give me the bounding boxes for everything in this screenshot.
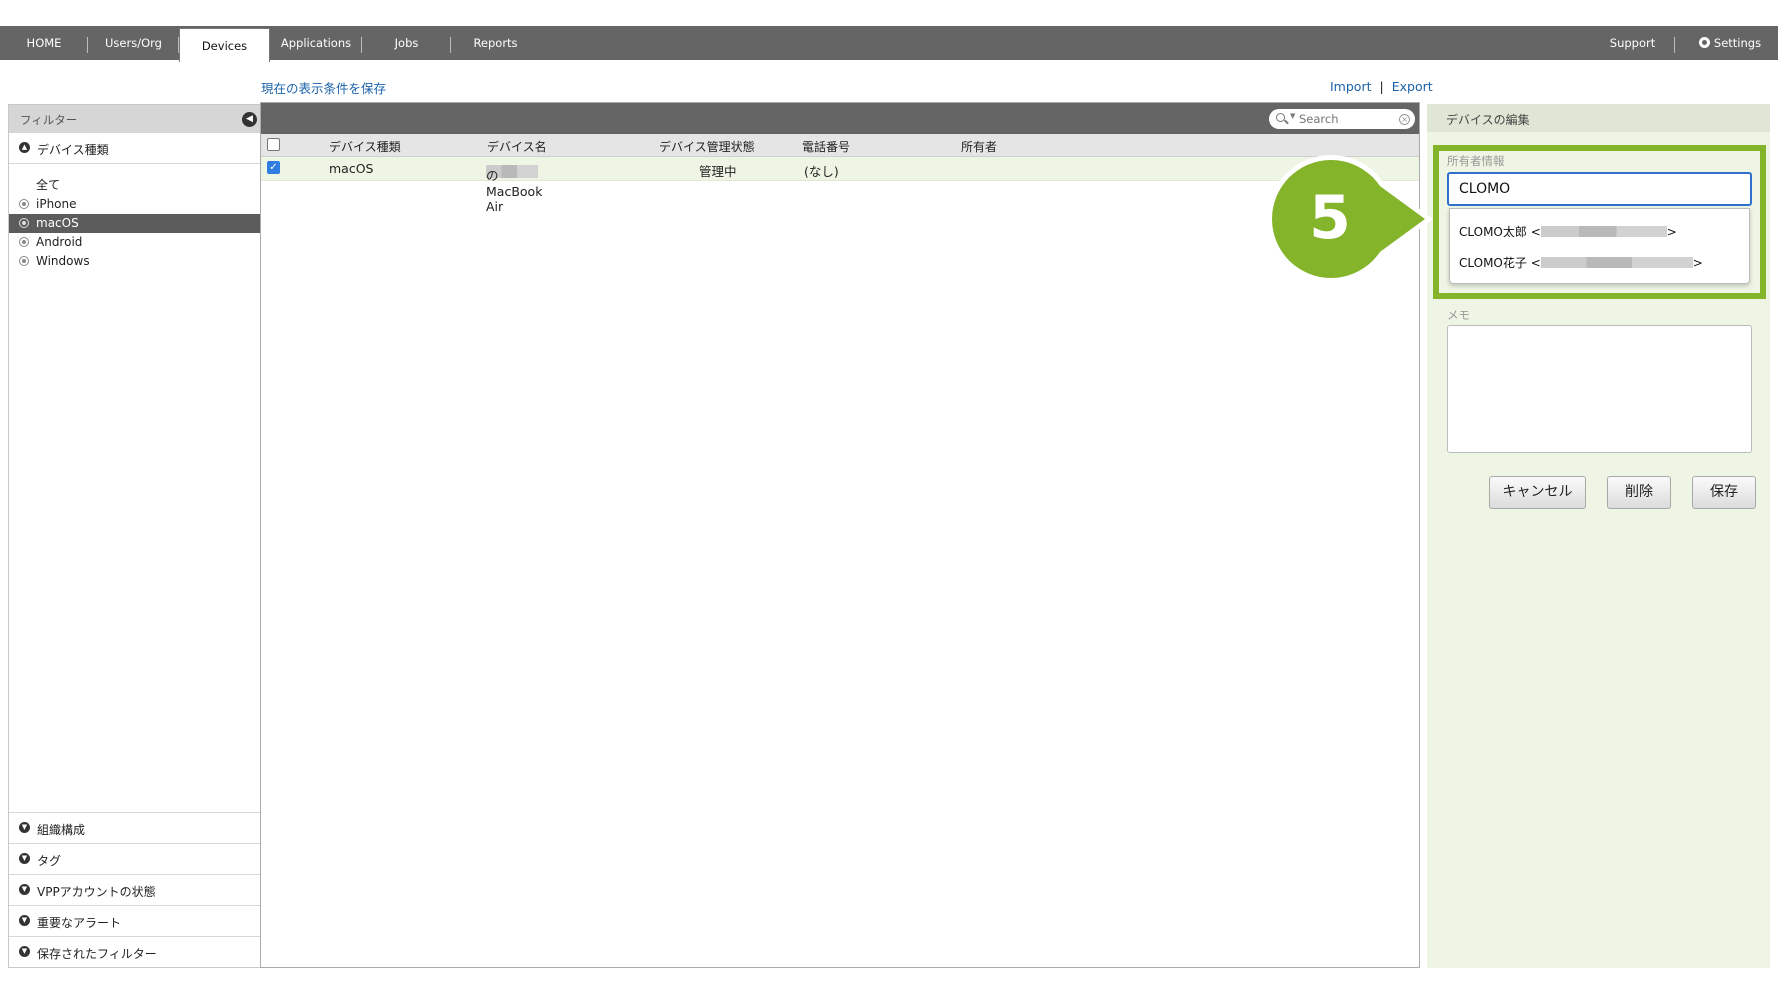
save-view-link[interactable]: 現在の表示条件を保存 <box>261 78 386 97</box>
filter-item-label: Windows <box>36 254 90 268</box>
chevron-down-icon: ▼ <box>19 822 30 833</box>
settings-label: Settings <box>1713 36 1762 50</box>
filter-section-saved[interactable]: ▼ 保存されたフィルター <box>9 936 260 967</box>
filter-bottom-sections: ▼ 組織構成 ▼ タグ ▼ VPPアカウントの状態 ▼ 重要なアラート ▼ 保存されたフィ… <box>9 812 260 967</box>
filter-section-tag[interactable]: ▼ タグ <box>9 843 260 874</box>
suggestion-item[interactable]: CLOMO花子 < > <box>1459 254 1703 271</box>
section-label: デバイス種類 <box>37 143 109 157</box>
filter-item-iphone[interactable]: iPhone <box>9 195 260 214</box>
redacted-block <box>1540 257 1693 268</box>
radio-icon <box>19 237 29 247</box>
redacted-block <box>1540 226 1667 237</box>
filter-header: フィルター ◀ <box>9 105 260 133</box>
caret-down-icon[interactable]: ▼ <box>1290 112 1295 120</box>
filter-item-all[interactable]: 全て <box>9 176 260 195</box>
filter-section-vpp[interactable]: ▼ VPPアカウントの状態 <box>9 874 260 905</box>
tab-jobs[interactable]: Jobs <box>362 26 451 60</box>
owner-suggestions: CLOMO太郎 < > CLOMO花子 < > <box>1449 208 1750 284</box>
section-label: 重要なアラート <box>37 916 122 930</box>
select-all-checkbox[interactable] <box>267 138 280 151</box>
export-link[interactable]: Export <box>1392 79 1433 94</box>
table-toolbar: ▼ × <box>261 103 1419 134</box>
edit-title: デバイスの編集 <box>1446 113 1530 127</box>
edit-header: デバイスの編集 <box>1427 104 1770 132</box>
suggestion-bracket: < <box>1530 256 1541 270</box>
device-name-text: のMacBook Air <box>486 168 543 214</box>
table-row[interactable]: ✓ macOS のMacBook Air 管理中 (なし) <box>261 157 1419 214</box>
suggestion-bracket: < <box>1530 225 1541 239</box>
tab-reports[interactable]: Reports <box>451 26 540 60</box>
delete-button[interactable]: 削除 <box>1607 476 1671 509</box>
search-box[interactable]: ▼ × <box>1269 109 1415 129</box>
col-owner[interactable]: 所有者 <box>961 138 997 155</box>
cell-phone: (なし) <box>804 164 839 179</box>
col-device-type[interactable]: デバイス種類 <box>329 138 401 155</box>
memo-textarea[interactable] <box>1447 325 1752 453</box>
chevron-up-icon: ▲ <box>19 142 30 153</box>
tab-home[interactable]: HOME <box>0 26 88 60</box>
top-nav: HOME Users/Org Devices Applications Jobs… <box>0 26 1778 62</box>
import-export: Import | Export <box>1330 79 1433 94</box>
table-header: デバイス種類 デバイス名 デバイス管理状態 電話番号 所有者 <box>261 134 1419 157</box>
tab-devices[interactable]: Devices <box>179 28 270 62</box>
cancel-button[interactable]: キャンセル <box>1489 476 1586 509</box>
search-input[interactable] <box>1299 111 1389 127</box>
link-separator: | <box>1379 79 1384 94</box>
memo-label: メモ <box>1447 308 1470 322</box>
radio-icon <box>19 218 29 228</box>
suggestion-item[interactable]: CLOMO太郎 < > <box>1459 223 1677 240</box>
filter-item-label: macOS <box>36 216 79 230</box>
col-device-name[interactable]: デバイス名 <box>487 138 547 155</box>
radio-icon <box>19 256 29 266</box>
section-label: 組織構成 <box>37 823 86 837</box>
filter-item-label: Android <box>36 235 83 249</box>
filter-section-device-type[interactable]: ▲ デバイス種類 <box>9 133 260 164</box>
filter-section-org[interactable]: ▼ 組織構成 <box>9 812 260 843</box>
owner-label: 所有者情報 <box>1447 154 1505 168</box>
chevron-left-icon[interactable]: ◀ <box>242 112 257 127</box>
device-table-panel: ▼ × デバイス種類 デバイス名 デバイス管理状態 電話番号 所有者 ✓ mac… <box>260 102 1420 968</box>
section-label: タグ <box>37 854 62 868</box>
suggestion-bracket: > <box>1692 256 1703 270</box>
filter-item-label: 全て <box>36 178 61 192</box>
filter-item-windows[interactable]: Windows <box>9 252 260 271</box>
chevron-down-icon: ▼ <box>19 884 30 895</box>
chevron-down-icon: ▼ <box>19 853 30 864</box>
suggestion-name: CLOMO花子 <box>1459 256 1527 270</box>
filter-item-macos[interactable]: macOS <box>9 214 260 233</box>
filter-title: フィルター <box>20 113 78 127</box>
save-button[interactable]: 保存 <box>1692 476 1756 509</box>
row-checkbox[interactable]: ✓ <box>267 161 280 174</box>
suggestion-name: CLOMO太郎 <box>1459 225 1527 239</box>
clear-icon[interactable]: × <box>1399 114 1410 125</box>
col-management-status[interactable]: デバイス管理状態 <box>659 138 755 155</box>
gear-icon <box>1698 37 1710 48</box>
support-link[interactable]: Support <box>1590 26 1675 60</box>
tab-users-org[interactable]: Users/Org <box>88 26 179 60</box>
filter-section-alert[interactable]: ▼ 重要なアラート <box>9 905 260 936</box>
filter-panel: フィルター ◀ ▲ デバイス種類 全て iPhone macOS Android… <box>8 104 261 968</box>
owner-input[interactable]: CLOMO <box>1447 172 1752 206</box>
filter-item-label: iPhone <box>36 197 77 211</box>
section-label: 保存されたフィルター <box>37 947 157 961</box>
settings-link[interactable]: Settings <box>1690 26 1770 60</box>
col-phone[interactable]: 電話番号 <box>802 138 850 155</box>
step-number: 5 <box>1309 183 1351 253</box>
section-label: VPPアカウントの状態 <box>37 885 156 899</box>
chevron-down-icon: ▼ <box>19 946 30 957</box>
suggestion-bracket: > <box>1666 225 1677 239</box>
search-icon <box>1276 113 1285 122</box>
tab-applications[interactable]: Applications <box>270 26 362 60</box>
import-link[interactable]: Import <box>1330 79 1372 94</box>
chevron-down-icon: ▼ <box>19 915 30 926</box>
cell-device-type: macOS <box>329 161 374 176</box>
radio-icon <box>19 199 29 209</box>
filter-item-android[interactable]: Android <box>9 233 260 252</box>
cell-status: 管理中 <box>699 164 737 179</box>
